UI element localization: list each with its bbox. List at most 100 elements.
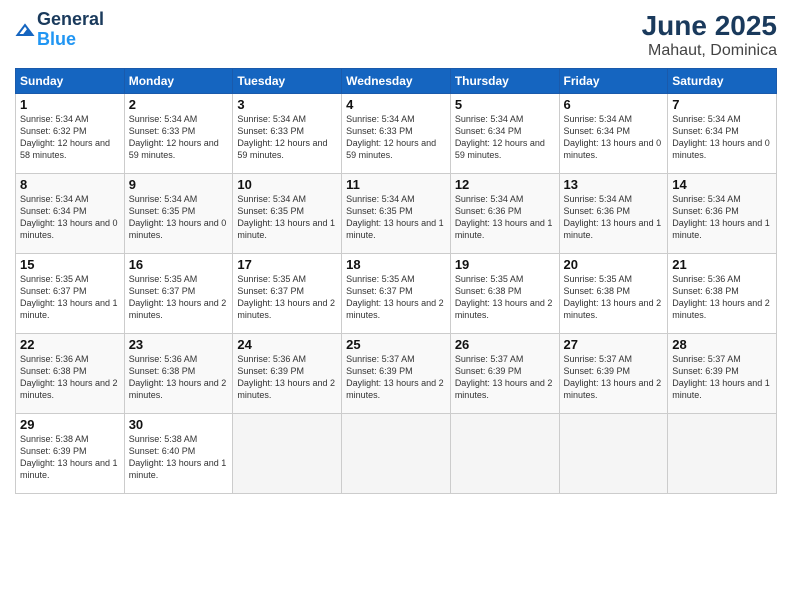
- day-info: Sunrise: 5:36 AMSunset: 6:38 PMDaylight:…: [129, 353, 229, 402]
- table-cell: 28Sunrise: 5:37 AMSunset: 6:39 PMDayligh…: [668, 334, 777, 414]
- table-cell: 15Sunrise: 5:35 AMSunset: 6:37 PMDayligh…: [16, 254, 125, 334]
- day-info: Sunrise: 5:36 AMSunset: 6:38 PMDaylight:…: [20, 353, 120, 402]
- day-info: Sunrise: 5:34 AMSunset: 6:33 PMDaylight:…: [129, 113, 229, 162]
- table-cell: [668, 414, 777, 494]
- day-number: 29: [20, 417, 120, 432]
- day-number: 19: [455, 257, 555, 272]
- header-row: Sunday Monday Tuesday Wednesday Thursday…: [16, 69, 777, 94]
- header: GeneralBlue June 2025 Mahaut, Dominica: [15, 10, 777, 60]
- table-row: 22Sunrise: 5:36 AMSunset: 6:38 PMDayligh…: [16, 334, 777, 414]
- table-cell: 1Sunrise: 5:34 AMSunset: 6:32 PMDaylight…: [16, 94, 125, 174]
- day-info: Sunrise: 5:34 AMSunset: 6:35 PMDaylight:…: [129, 193, 229, 242]
- day-info: Sunrise: 5:38 AMSunset: 6:40 PMDaylight:…: [129, 433, 229, 482]
- logo-icon: [15, 20, 35, 40]
- table-cell: 20Sunrise: 5:35 AMSunset: 6:38 PMDayligh…: [559, 254, 668, 334]
- day-number: 13: [564, 177, 664, 192]
- day-number: 26: [455, 337, 555, 352]
- day-number: 27: [564, 337, 664, 352]
- day-info: Sunrise: 5:34 AMSunset: 6:34 PMDaylight:…: [564, 113, 664, 162]
- day-number: 7: [672, 97, 772, 112]
- day-info: Sunrise: 5:37 AMSunset: 6:39 PMDaylight:…: [346, 353, 446, 402]
- table-cell: 22Sunrise: 5:36 AMSunset: 6:38 PMDayligh…: [16, 334, 125, 414]
- col-saturday: Saturday: [668, 69, 777, 94]
- col-sunday: Sunday: [16, 69, 125, 94]
- day-info: Sunrise: 5:34 AMSunset: 6:35 PMDaylight:…: [346, 193, 446, 242]
- table-cell: 21Sunrise: 5:36 AMSunset: 6:38 PMDayligh…: [668, 254, 777, 334]
- table-cell: 19Sunrise: 5:35 AMSunset: 6:38 PMDayligh…: [450, 254, 559, 334]
- page: GeneralBlue June 2025 Mahaut, Dominica S…: [0, 0, 792, 612]
- calendar-subtitle: Mahaut, Dominica: [642, 42, 777, 60]
- table-cell: 25Sunrise: 5:37 AMSunset: 6:39 PMDayligh…: [342, 334, 451, 414]
- day-number: 25: [346, 337, 446, 352]
- day-info: Sunrise: 5:34 AMSunset: 6:36 PMDaylight:…: [455, 193, 555, 242]
- day-number: 23: [129, 337, 229, 352]
- table-cell: 27Sunrise: 5:37 AMSunset: 6:39 PMDayligh…: [559, 334, 668, 414]
- table-cell: 11Sunrise: 5:34 AMSunset: 6:35 PMDayligh…: [342, 174, 451, 254]
- col-monday: Monday: [124, 69, 233, 94]
- day-number: 9: [129, 177, 229, 192]
- title-block: June 2025 Mahaut, Dominica: [642, 10, 777, 60]
- day-info: Sunrise: 5:34 AMSunset: 6:34 PMDaylight:…: [672, 113, 772, 162]
- day-number: 1: [20, 97, 120, 112]
- day-number: 3: [237, 97, 337, 112]
- day-info: Sunrise: 5:36 AMSunset: 6:38 PMDaylight:…: [672, 273, 772, 322]
- table-cell: 6Sunrise: 5:34 AMSunset: 6:34 PMDaylight…: [559, 94, 668, 174]
- table-cell: 23Sunrise: 5:36 AMSunset: 6:38 PMDayligh…: [124, 334, 233, 414]
- table-cell: 17Sunrise: 5:35 AMSunset: 6:37 PMDayligh…: [233, 254, 342, 334]
- table-cell: 9Sunrise: 5:34 AMSunset: 6:35 PMDaylight…: [124, 174, 233, 254]
- table-cell: 8Sunrise: 5:34 AMSunset: 6:34 PMDaylight…: [16, 174, 125, 254]
- day-number: 21: [672, 257, 772, 272]
- day-number: 22: [20, 337, 120, 352]
- day-number: 2: [129, 97, 229, 112]
- table-row: 15Sunrise: 5:35 AMSunset: 6:37 PMDayligh…: [16, 254, 777, 334]
- day-info: Sunrise: 5:35 AMSunset: 6:37 PMDaylight:…: [129, 273, 229, 322]
- day-number: 16: [129, 257, 229, 272]
- table-cell: 26Sunrise: 5:37 AMSunset: 6:39 PMDayligh…: [450, 334, 559, 414]
- day-info: Sunrise: 5:38 AMSunset: 6:39 PMDaylight:…: [20, 433, 120, 482]
- day-number: 28: [672, 337, 772, 352]
- day-number: 10: [237, 177, 337, 192]
- table-cell: 18Sunrise: 5:35 AMSunset: 6:37 PMDayligh…: [342, 254, 451, 334]
- table-cell: 13Sunrise: 5:34 AMSunset: 6:36 PMDayligh…: [559, 174, 668, 254]
- day-info: Sunrise: 5:35 AMSunset: 6:37 PMDaylight:…: [20, 273, 120, 322]
- table-cell: [559, 414, 668, 494]
- table-cell: [450, 414, 559, 494]
- day-info: Sunrise: 5:34 AMSunset: 6:36 PMDaylight:…: [672, 193, 772, 242]
- logo: GeneralBlue: [15, 10, 104, 50]
- day-info: Sunrise: 5:34 AMSunset: 6:32 PMDaylight:…: [20, 113, 120, 162]
- table-cell: [233, 414, 342, 494]
- day-info: Sunrise: 5:34 AMSunset: 6:34 PMDaylight:…: [455, 113, 555, 162]
- day-info: Sunrise: 5:37 AMSunset: 6:39 PMDaylight:…: [455, 353, 555, 402]
- day-number: 6: [564, 97, 664, 112]
- day-info: Sunrise: 5:37 AMSunset: 6:39 PMDaylight:…: [672, 353, 772, 402]
- table-cell: 30Sunrise: 5:38 AMSunset: 6:40 PMDayligh…: [124, 414, 233, 494]
- table-cell: 3Sunrise: 5:34 AMSunset: 6:33 PMDaylight…: [233, 94, 342, 174]
- day-info: Sunrise: 5:37 AMSunset: 6:39 PMDaylight:…: [564, 353, 664, 402]
- table-cell: 29Sunrise: 5:38 AMSunset: 6:39 PMDayligh…: [16, 414, 125, 494]
- day-number: 17: [237, 257, 337, 272]
- day-number: 30: [129, 417, 229, 432]
- table-row: 1Sunrise: 5:34 AMSunset: 6:32 PMDaylight…: [16, 94, 777, 174]
- table-cell: [342, 414, 451, 494]
- table-cell: 5Sunrise: 5:34 AMSunset: 6:34 PMDaylight…: [450, 94, 559, 174]
- day-number: 20: [564, 257, 664, 272]
- table-cell: 7Sunrise: 5:34 AMSunset: 6:34 PMDaylight…: [668, 94, 777, 174]
- col-wednesday: Wednesday: [342, 69, 451, 94]
- col-friday: Friday: [559, 69, 668, 94]
- day-info: Sunrise: 5:34 AMSunset: 6:34 PMDaylight:…: [20, 193, 120, 242]
- day-info: Sunrise: 5:34 AMSunset: 6:35 PMDaylight:…: [237, 193, 337, 242]
- table-cell: 2Sunrise: 5:34 AMSunset: 6:33 PMDaylight…: [124, 94, 233, 174]
- day-number: 15: [20, 257, 120, 272]
- table-cell: 12Sunrise: 5:34 AMSunset: 6:36 PMDayligh…: [450, 174, 559, 254]
- calendar-title: June 2025: [642, 10, 777, 42]
- table-cell: 4Sunrise: 5:34 AMSunset: 6:33 PMDaylight…: [342, 94, 451, 174]
- logo-text: GeneralBlue: [37, 10, 104, 50]
- table-row: 29Sunrise: 5:38 AMSunset: 6:39 PMDayligh…: [16, 414, 777, 494]
- day-number: 5: [455, 97, 555, 112]
- day-info: Sunrise: 5:36 AMSunset: 6:39 PMDaylight:…: [237, 353, 337, 402]
- table-cell: 16Sunrise: 5:35 AMSunset: 6:37 PMDayligh…: [124, 254, 233, 334]
- day-number: 24: [237, 337, 337, 352]
- table-cell: 10Sunrise: 5:34 AMSunset: 6:35 PMDayligh…: [233, 174, 342, 254]
- day-info: Sunrise: 5:34 AMSunset: 6:36 PMDaylight:…: [564, 193, 664, 242]
- day-number: 8: [20, 177, 120, 192]
